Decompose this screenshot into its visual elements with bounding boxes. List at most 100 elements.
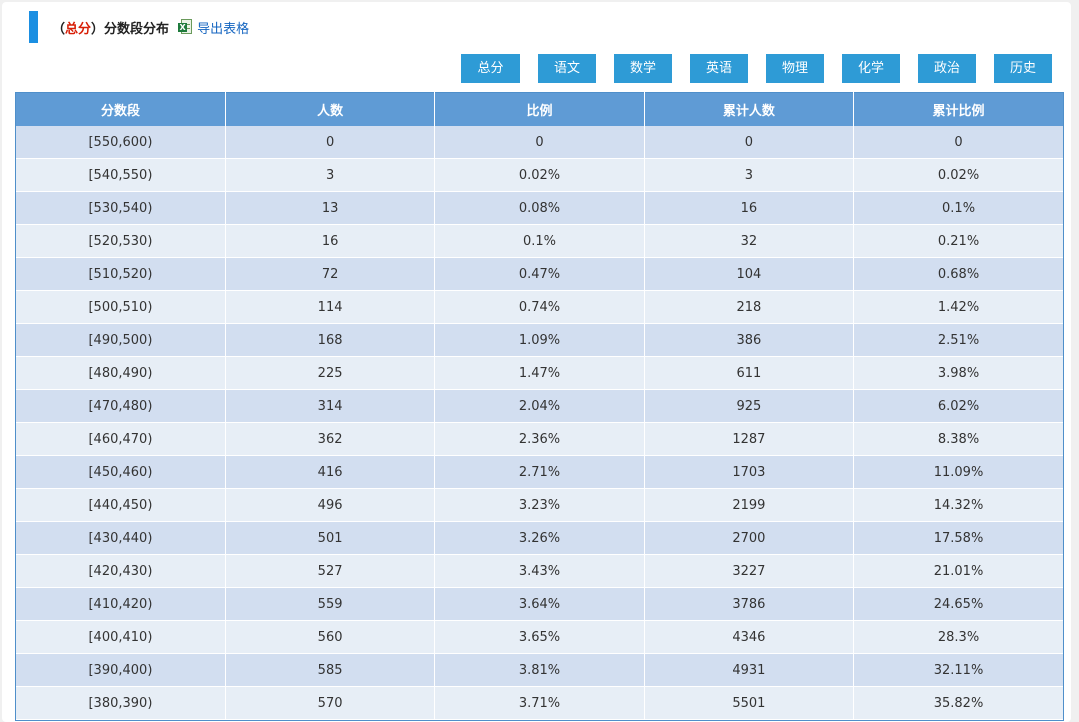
cell-cumulative-count: 386 (644, 323, 855, 357)
cell-cumulative-count: 611 (644, 356, 855, 390)
cell-ratio: 0.1% (434, 224, 645, 258)
cell-cumulative-ratio: 24.65% (853, 587, 1063, 621)
cell-cumulative-ratio: 28.3% (853, 620, 1063, 654)
cell-cumulative-ratio: 17.58% (853, 521, 1063, 555)
cell-count: 314 (225, 389, 436, 423)
cell-score-range: [540,550) (16, 158, 226, 192)
cell-ratio: 0.02% (434, 158, 645, 192)
cell-score-range: [390,400) (16, 653, 226, 687)
cell-count: 560 (225, 620, 436, 654)
table-row: [430,440) 501 3.26% 2700 17.58% (16, 521, 1063, 555)
column-header-score-range: 分数段 (16, 92, 226, 126)
cell-count: 527 (225, 554, 436, 588)
cell-cumulative-ratio: 2.51% (853, 323, 1063, 357)
cell-ratio: 1.09% (434, 323, 645, 357)
cell-score-range: [510,520) (16, 257, 226, 291)
cell-cumulative-count: 104 (644, 257, 855, 291)
table-row: [550,600) 0 0 0 0 (16, 126, 1063, 159)
cell-cumulative-ratio: 0.68% (853, 257, 1063, 291)
cell-score-range: [400,410) (16, 620, 226, 654)
table-row: [450,460) 416 2.71% 1703 11.09% (16, 455, 1063, 489)
title-paren-close: ） (91, 21, 105, 37)
table-row: [510,520) 72 0.47% 104 0.68% (16, 257, 1063, 291)
table-row: [460,470) 362 2.36% 1287 8.38% (16, 422, 1063, 456)
cell-cumulative-count: 1287 (644, 422, 855, 456)
subject-button-chinese[interactable]: 语文 (538, 54, 596, 83)
table-row: [520,530) 16 0.1% 32 0.21% (16, 224, 1063, 258)
table-row: [410,420) 559 3.64% 3786 24.65% (16, 587, 1063, 621)
cell-count: 72 (225, 257, 436, 291)
table-row: [470,480) 314 2.04% 925 6.02% (16, 389, 1063, 423)
cell-cumulative-count: 3786 (644, 587, 855, 621)
column-header-count: 人数 (225, 92, 436, 126)
cell-ratio: 0.47% (434, 257, 645, 291)
cell-ratio: 3.43% (434, 554, 645, 588)
cell-score-range: [550,600) (16, 126, 226, 159)
cell-count: 585 (225, 653, 436, 687)
subject-button-politics[interactable]: 政治 (918, 54, 976, 83)
cell-count: 0 (225, 126, 436, 159)
cell-ratio: 3.64% (434, 587, 645, 621)
table-row: [540,550) 3 0.02% 3 0.02% (16, 158, 1063, 192)
cell-count: 501 (225, 521, 436, 555)
table-header-row: 分数段 人数 比例 累计人数 累计比例 (16, 92, 1063, 126)
cell-count: 114 (225, 290, 436, 324)
cell-ratio: 3.26% (434, 521, 645, 555)
column-header-cumulative-ratio: 累计比例 (853, 92, 1063, 126)
cell-ratio: 2.04% (434, 389, 645, 423)
column-header-cumulative-count: 累计人数 (644, 92, 855, 126)
cell-cumulative-count: 218 (644, 290, 855, 324)
subject-button-math[interactable]: 数学 (614, 54, 672, 83)
cell-cumulative-ratio: 0.02% (853, 158, 1063, 192)
subject-button-history[interactable]: 历史 (994, 54, 1052, 83)
cell-cumulative-ratio: 0 (853, 126, 1063, 159)
cell-cumulative-ratio: 1.42% (853, 290, 1063, 324)
cell-cumulative-count: 16 (644, 191, 855, 225)
cell-count: 496 (225, 488, 436, 522)
title-label: 分数段分布 (104, 21, 170, 37)
cell-cumulative-ratio: 32.11% (853, 653, 1063, 687)
subject-button-english[interactable]: 英语 (690, 54, 748, 83)
cell-cumulative-ratio: 11.09% (853, 455, 1063, 489)
subject-button-physics[interactable]: 物理 (766, 54, 824, 83)
cell-score-range: [500,510) (16, 290, 226, 324)
excel-icon: X (178, 19, 193, 35)
cell-cumulative-count: 925 (644, 389, 855, 423)
subject-button-chemistry[interactable]: 化学 (842, 54, 900, 83)
export-table-link[interactable]: X 导出表格 (178, 18, 249, 37)
export-table-label: 导出表格 (197, 21, 250, 37)
cell-cumulative-count: 3227 (644, 554, 855, 588)
cell-score-range: [440,450) (16, 488, 226, 522)
cell-ratio: 0.74% (434, 290, 645, 324)
table-row: [440,450) 496 3.23% 2199 14.32% (16, 488, 1063, 522)
cell-cumulative-count: 2700 (644, 521, 855, 555)
cell-cumulative-count: 4346 (644, 620, 855, 654)
cell-cumulative-ratio: 0.21% (853, 224, 1063, 258)
cell-count: 559 (225, 587, 436, 621)
table-row: [490,500) 168 1.09% 386 2.51% (16, 323, 1063, 357)
subject-button-total[interactable]: 总分 (461, 54, 520, 83)
table-row: [420,430) 527 3.43% 3227 21.01% (16, 554, 1063, 588)
cell-ratio: 0.08% (434, 191, 645, 225)
cell-ratio: 2.71% (434, 455, 645, 489)
cell-cumulative-ratio: 0.1% (853, 191, 1063, 225)
cell-cumulative-count: 2199 (644, 488, 855, 522)
cell-score-range: [480,490) (16, 356, 226, 390)
table-row: [400,410) 560 3.65% 4346 28.3% (16, 620, 1063, 654)
title-paren-open: （ (52, 21, 66, 37)
distribution-table: 分数段 人数 比例 累计人数 累计比例 [550,600) 0 0 0 0 [540,55… (16, 92, 1063, 720)
cell-ratio: 3.81% (434, 653, 645, 687)
cell-cumulative-count: 32 (644, 224, 855, 258)
cell-cumulative-count: 0 (644, 126, 855, 159)
cell-count: 362 (225, 422, 436, 456)
cell-cumulative-count: 4931 (644, 653, 855, 687)
cell-score-range: [520,530) (16, 224, 226, 258)
cell-score-range: [490,500) (16, 323, 226, 357)
cell-ratio: 3.65% (434, 620, 645, 654)
cell-count: 16 (225, 224, 436, 258)
cell-cumulative-count: 1703 (644, 455, 855, 489)
distribution-table-wrapper: 分数段 人数 比例 累计人数 累计比例 [550,600) 0 0 0 0 [540,55… (15, 92, 1064, 721)
page-title: （总分）分数段分布 (52, 18, 169, 37)
table-body: [550,600) 0 0 0 0 [540,550) 3 0.02% 3 0.02% [530,5… (16, 126, 1063, 720)
cell-count: 225 (225, 356, 436, 390)
